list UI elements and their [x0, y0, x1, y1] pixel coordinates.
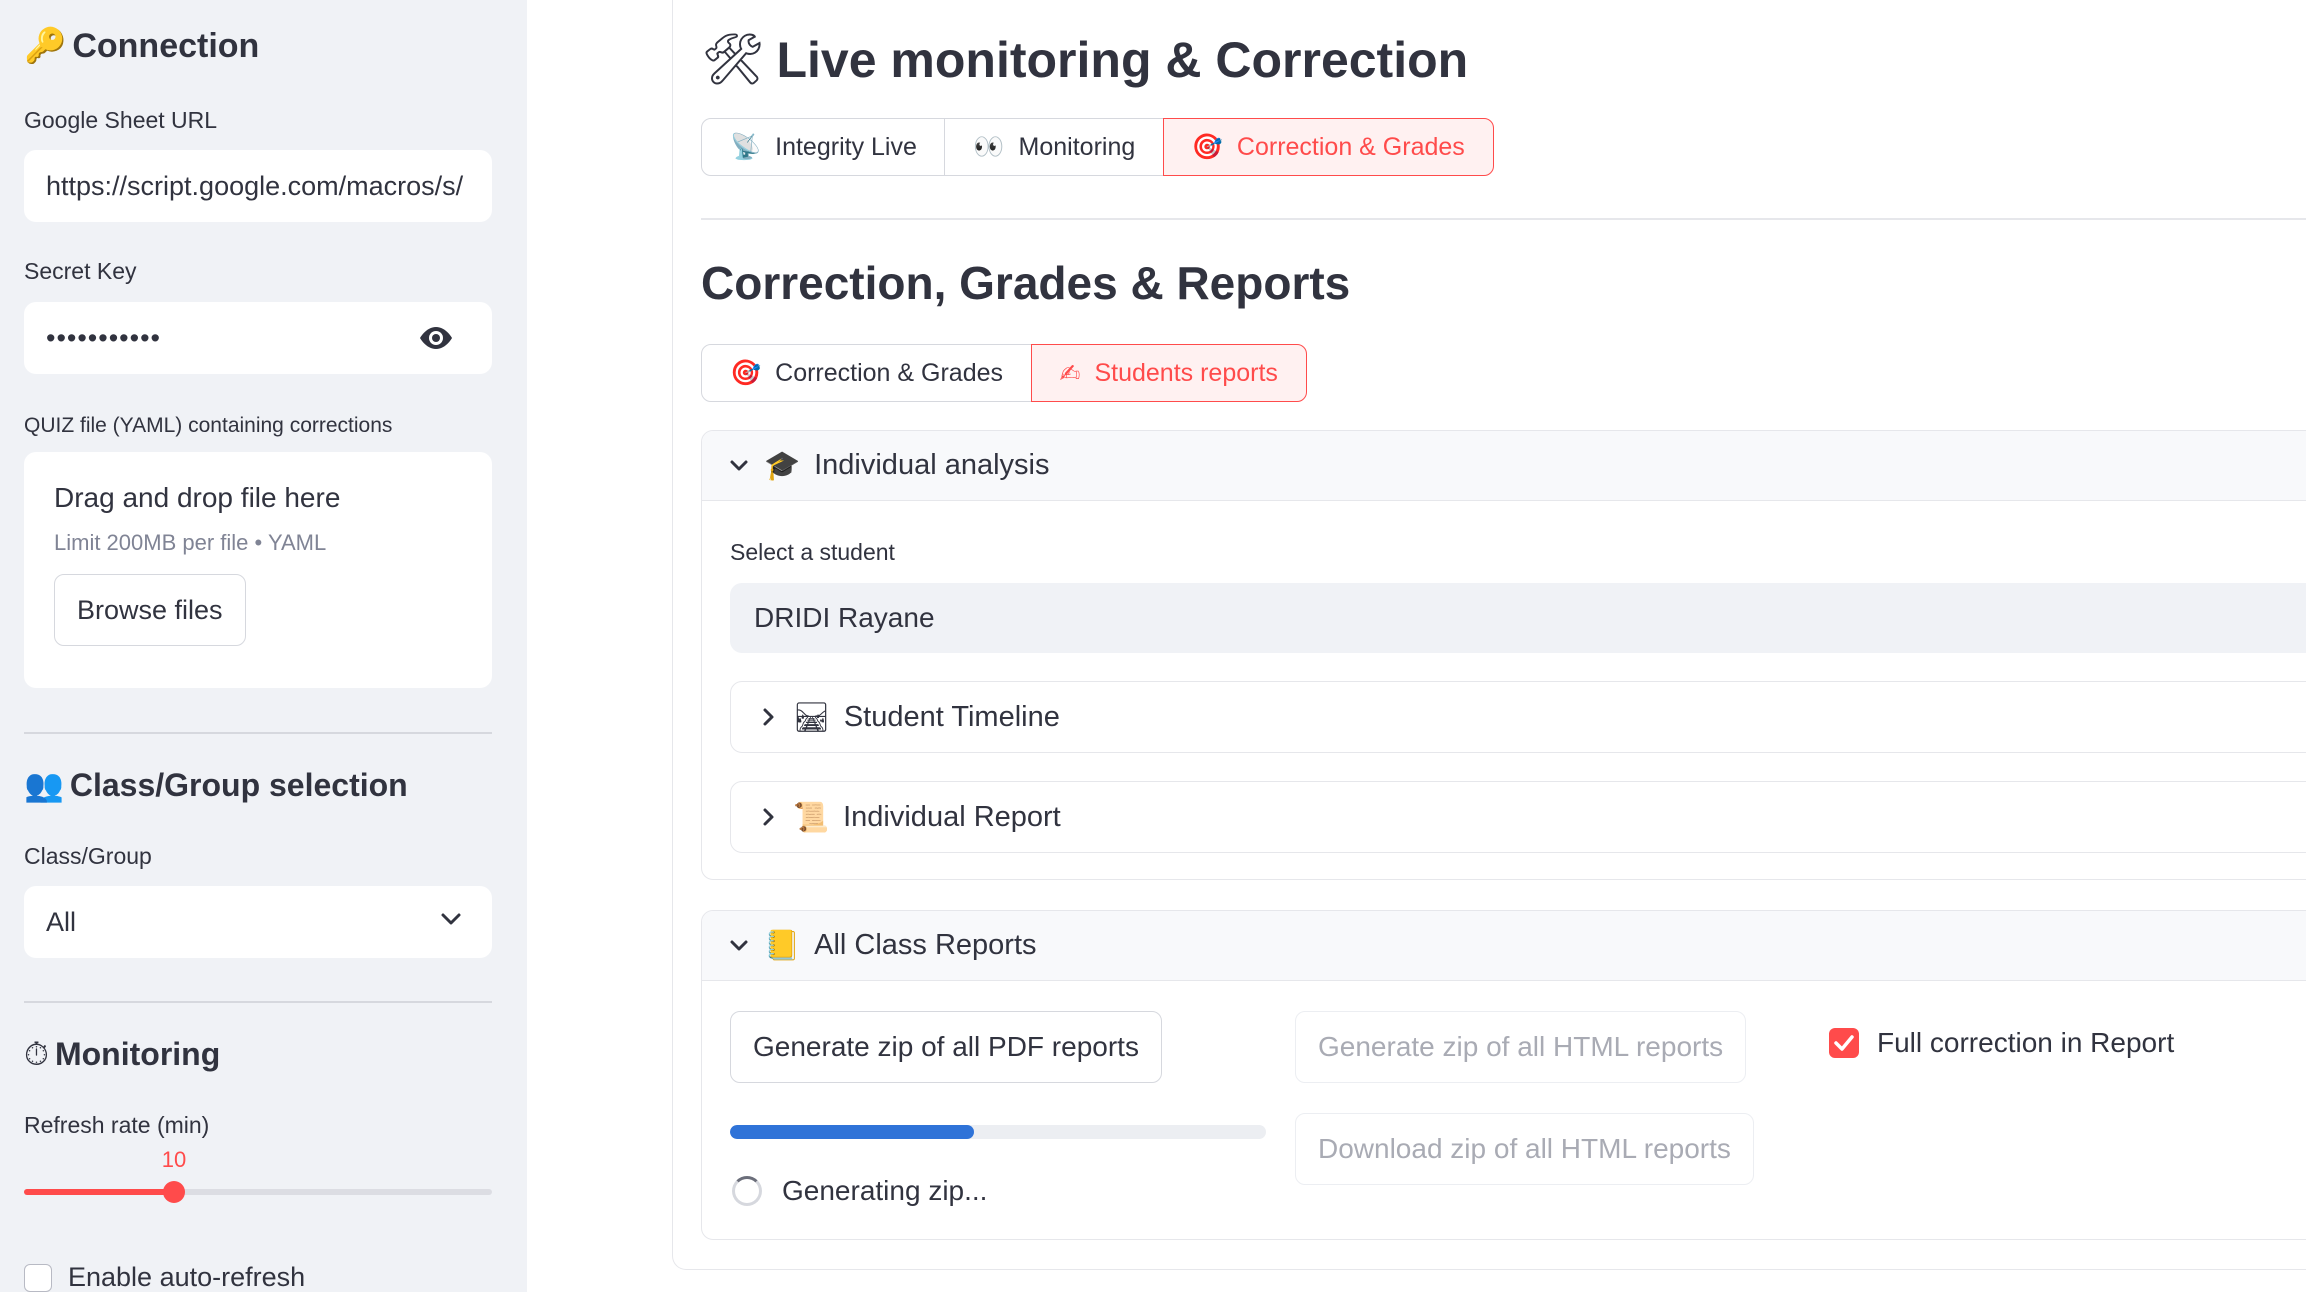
sheet-url-label: Google Sheet URL	[24, 107, 218, 133]
student-select[interactable]: DRIDI Rayane	[730, 583, 2306, 653]
download-html-zip-button[interactable]: Download zip of all HTML reports	[1295, 1113, 1754, 1185]
generate-html-zip-button[interactable]: Generate zip of all HTML reports	[1295, 1011, 1747, 1083]
main-area: 🛠 Live monitoring & Correction 📡 Integri…	[527, 0, 2306, 1292]
subtab-students-reports[interactable]: ✍ Students reports	[1030, 344, 1307, 402]
tab-correction-grades[interactable]: 🎯 Correction & Grades	[1162, 118, 1494, 176]
browse-files-button[interactable]: Browse files	[54, 574, 246, 646]
full-correction-checkbox[interactable]: Full correction in Report	[1829, 1027, 2174, 1059]
student-timeline-header[interactable]: 🛤 Student Timeline	[731, 682, 2306, 752]
tab-monitoring[interactable]: 👀 Monitoring	[944, 118, 1165, 176]
checkbox-box[interactable]	[24, 1263, 52, 1292]
refresh-rate-value: 10	[161, 1147, 187, 1172]
satellite-icon: 📡	[730, 132, 762, 161]
sub-tabs: 🎯 Correction & Grades ✍ Students reports	[701, 344, 1307, 402]
key-icon: 🔑	[24, 26, 67, 66]
secret-key-input[interactable]: •••••••••••	[24, 302, 492, 374]
slider-thumb[interactable]	[162, 1181, 185, 1203]
tools-icon: 🛠	[701, 30, 765, 88]
target-icon: 🎯	[730, 358, 762, 387]
eyes-icon: 👀	[973, 132, 1005, 161]
graduation-cap-icon: 🎓	[764, 448, 801, 482]
slider-fill	[24, 1189, 174, 1195]
chevron-down-icon	[730, 940, 748, 950]
sidebar-divider	[24, 1001, 492, 1003]
ledger-icon: 📒	[764, 928, 801, 962]
monitoring-heading: ⏱ Monitoring	[24, 1035, 221, 1073]
stopwatch-icon: ⏱	[24, 1035, 49, 1073]
refresh-rate-label: Refresh rate (min)	[24, 1112, 210, 1138]
tab-integrity-live[interactable]: 📡 Integrity Live	[701, 118, 946, 176]
individual-analysis-header[interactable]: 🎓 Individual analysis	[702, 431, 2306, 501]
dropzone-title: Drag and drop file here	[54, 482, 341, 513]
progress-fill	[730, 1125, 974, 1139]
class-reports-header[interactable]: 📒 All Class Reports	[702, 911, 2306, 981]
class-group-heading: 👥 Class/Group selection	[24, 766, 408, 804]
zip-progress-bar	[730, 1125, 1266, 1139]
eye-icon[interactable]	[418, 324, 454, 352]
sheet-url-input[interactable]: https://script.google.com/macros/s/	[24, 150, 492, 222]
subtab-correction-grades[interactable]: 🎯 Correction & Grades	[701, 344, 1033, 402]
secret-key-label: Secret Key	[24, 258, 137, 284]
sidebar-divider	[24, 732, 492, 734]
users-icon: 👥	[24, 766, 64, 804]
sidebar: 🔑 Connection Google Sheet URL https://sc…	[0, 0, 527, 1292]
page-title: 🛠 Live monitoring & Correction	[701, 30, 1469, 88]
chevron-down-icon	[730, 460, 748, 470]
section-title: Correction, Grades & Reports	[701, 257, 1351, 309]
file-dropzone[interactable]: Drag and drop file here Limit 200MB per …	[24, 452, 492, 688]
check-icon	[1834, 1035, 1854, 1051]
chevron-right-icon	[763, 808, 774, 826]
generate-pdf-zip-button[interactable]: Generate zip of all PDF reports	[730, 1011, 1162, 1083]
chevron-right-icon	[763, 708, 774, 726]
main-tabs: 📡 Integrity Live 👀 Monitoring 🎯 Correcti…	[701, 118, 1494, 176]
target-icon: 🎯	[1191, 132, 1223, 161]
dropzone-limit: Limit 200MB per file • YAML	[54, 530, 327, 555]
quiz-file-label: QUIZ file (YAML) containing corrections	[24, 414, 393, 437]
writing-hand-icon: ✍	[1059, 358, 1081, 388]
spinner-icon	[732, 1176, 762, 1206]
individual-report-header[interactable]: 📜 Individual Report	[731, 782, 2306, 852]
railway-track-icon: 🛤	[793, 699, 830, 734]
section-divider	[701, 218, 2306, 220]
select-student-label: Select a student	[730, 539, 895, 565]
individual-analysis-expander: 🎓 Individual analysis Select a student D…	[701, 430, 2306, 880]
chevron-down-icon	[441, 913, 461, 925]
individual-report-expander[interactable]: 📜 Individual Report	[730, 781, 2306, 853]
class-group-label: Class/Group	[24, 843, 152, 869]
auto-refresh-checkbox[interactable]: Enable auto-refresh	[24, 1262, 305, 1292]
refresh-rate-slider[interactable]	[24, 1181, 492, 1203]
class-reports-expander: 📒 All Class Reports Generate zip of all …	[701, 910, 2306, 1240]
connection-heading: 🔑 Connection	[24, 26, 260, 66]
student-timeline-expander[interactable]: 🛤 Student Timeline	[730, 681, 2306, 753]
class-group-select[interactable]: All	[24, 886, 492, 958]
checkbox-checked[interactable]	[1829, 1028, 1859, 1058]
main-panel: 🛠 Live monitoring & Correction 📡 Integri…	[672, 0, 2306, 1270]
generating-status: Generating zip...	[732, 1175, 987, 1207]
scroll-icon: 📜	[793, 799, 830, 834]
